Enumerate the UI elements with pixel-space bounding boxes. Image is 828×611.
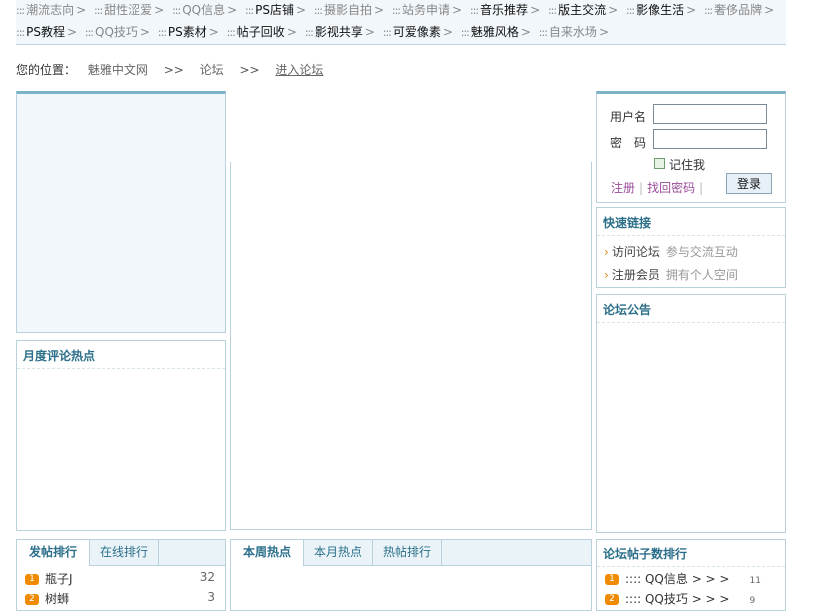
nav-item[interactable]: ::: 奢侈品牌 > bbox=[704, 0, 774, 20]
breadcrumb-prefix: 您的位置： bbox=[16, 63, 77, 77]
nav-item[interactable]: ::: 影像生活 > bbox=[626, 0, 696, 20]
breadcrumb-link-forum[interactable]: 论坛 bbox=[200, 63, 224, 77]
left-top-panel bbox=[16, 91, 226, 333]
breadcrumb-link-home[interactable]: 魅雅中文网 bbox=[88, 63, 148, 77]
password-label: 密 码 bbox=[610, 136, 647, 150]
rank-badge: 1 bbox=[25, 574, 39, 585]
nav-item[interactable]: ::: 魅雅风格 > bbox=[461, 22, 531, 42]
post-rank-tabs: 发帖排行 在线排行 bbox=[17, 540, 225, 566]
nav-item[interactable]: ::: 可爱像素 > bbox=[383, 22, 453, 42]
nav-item[interactable]: ::: 帖子回收 > bbox=[227, 22, 297, 42]
center-left-border bbox=[230, 162, 231, 530]
center-bottom-border bbox=[230, 529, 592, 530]
quick-link-item[interactable]: › 注册会员 拥有个人空间 bbox=[597, 263, 785, 286]
nav-item[interactable]: ::: QQ技巧 > bbox=[85, 22, 150, 42]
forum-post-count-panel: 论坛帖子数排行 1:::: QQ信息 > > >11 2:::: QQ技巧 > … bbox=[596, 539, 786, 611]
nav-item[interactable]: ::: 潮流志向 > bbox=[16, 0, 86, 20]
remember-me-checkbox[interactable] bbox=[654, 158, 665, 169]
post-rank-panel: 发帖排行 在线排行 1 瓶子J 32 2 树蛳 3 bbox=[16, 539, 226, 611]
register-link[interactable]: 注册 bbox=[611, 181, 635, 195]
center-main-area bbox=[230, 91, 592, 530]
tab-post-rank[interactable]: 发帖排行 bbox=[17, 540, 90, 566]
username-label: 用户名 bbox=[610, 110, 647, 124]
center-right-border bbox=[591, 162, 592, 530]
announcement-title: 论坛公告 bbox=[597, 295, 785, 323]
breadcrumb: 您的位置： 魅雅中文网 >> 论坛 >> 进入论坛 bbox=[16, 61, 323, 77]
hot-topics-panel: 本周热点 本月热点 热帖排行 bbox=[230, 539, 592, 611]
forum-nav-row-2: ::: PS教程 > ::: QQ技巧 > ::: PS素材 > ::: 帖子回收 > ::: 影… bbox=[16, 22, 786, 45]
hot-topics-tabs: 本周热点 本月热点 热帖排行 bbox=[231, 540, 591, 566]
monthly-hot-panel: 月度评论热点 bbox=[16, 340, 226, 531]
nav-item[interactable]: ::: PS教程 > bbox=[16, 22, 77, 42]
rank-row[interactable]: 2:::: QQ技巧 > > >9 bbox=[605, 590, 777, 606]
tab-online-rank[interactable]: 在线排行 bbox=[90, 540, 159, 565]
nav-item[interactable]: ::: 影视共享 > bbox=[305, 22, 375, 42]
monthly-hot-title: 月度评论热点 bbox=[17, 341, 225, 369]
nav-item[interactable]: ::: 摄影自拍 > bbox=[314, 0, 384, 20]
breadcrumb-separator: >> bbox=[239, 63, 260, 77]
nav-item[interactable]: ::: PS素材 > bbox=[158, 22, 219, 42]
quick-link-item[interactable]: › 访问论坛 参与交流互动 bbox=[597, 240, 785, 263]
nav-item[interactable]: ::: QQ信息 > bbox=[172, 0, 237, 20]
rank-badge: 2 bbox=[605, 594, 619, 605]
rank-badge: 2 bbox=[25, 594, 39, 605]
rank-row[interactable]: 2 树蛳 3 bbox=[25, 590, 217, 606]
tab-monthly-hot[interactable]: 本月热点 bbox=[304, 540, 373, 565]
login-button[interactable]: 登录 bbox=[726, 173, 772, 194]
nav-item[interactable]: ::: PS店铺 > bbox=[245, 0, 306, 20]
forgot-password-link[interactable]: 找回密码 bbox=[647, 181, 695, 195]
nav-item[interactable]: ::: 自来水场 > bbox=[539, 22, 609, 42]
nav-item[interactable]: ::: 甜性涩爱 > bbox=[94, 0, 164, 20]
nav-item[interactable]: ::: 站务申请 > bbox=[392, 0, 462, 20]
rank-row[interactable]: 1 瓶子J 32 bbox=[25, 570, 217, 586]
nav-item[interactable]: ::: 音乐推荐 > bbox=[470, 0, 540, 20]
login-panel: 用户名 密 码 记住我 注册 | 找回密码 | 登录 bbox=[596, 91, 786, 203]
login-links: 注册 | 找回密码 | bbox=[611, 181, 704, 195]
breadcrumb-separator: >> bbox=[163, 63, 184, 77]
tab-hot-posts-rank[interactable]: 热帖排行 bbox=[373, 540, 442, 565]
rank-row[interactable]: 1:::: QQ信息 > > >11 bbox=[605, 570, 777, 586]
forum-post-count-title: 论坛帖子数排行 bbox=[597, 540, 785, 567]
chevron-right-icon: › bbox=[604, 268, 609, 282]
breadcrumb-link-enter-forum[interactable]: 进入论坛 bbox=[275, 63, 323, 77]
quick-links-title: 快速链接 bbox=[597, 208, 785, 236]
remember-me-label: 记住我 bbox=[669, 158, 706, 172]
rank-badge: 1 bbox=[605, 574, 619, 585]
forum-nav-row-1: ::: 潮流志向 > ::: 甜性涩爱 > ::: QQ信息 > ::: PS店铺 > ::: 摄… bbox=[16, 0, 786, 22]
username-input[interactable] bbox=[653, 104, 767, 124]
quick-links-panel: 快速链接 › 访问论坛 参与交流互动 › 注册会员 拥有个人空间 bbox=[596, 207, 786, 288]
nav-item[interactable]: ::: 版主交流 > bbox=[548, 0, 618, 20]
announcement-panel: 论坛公告 bbox=[596, 294, 786, 533]
tab-weekly-hot[interactable]: 本周热点 bbox=[231, 540, 304, 566]
password-input[interactable] bbox=[653, 129, 767, 149]
chevron-right-icon: › bbox=[604, 245, 609, 259]
